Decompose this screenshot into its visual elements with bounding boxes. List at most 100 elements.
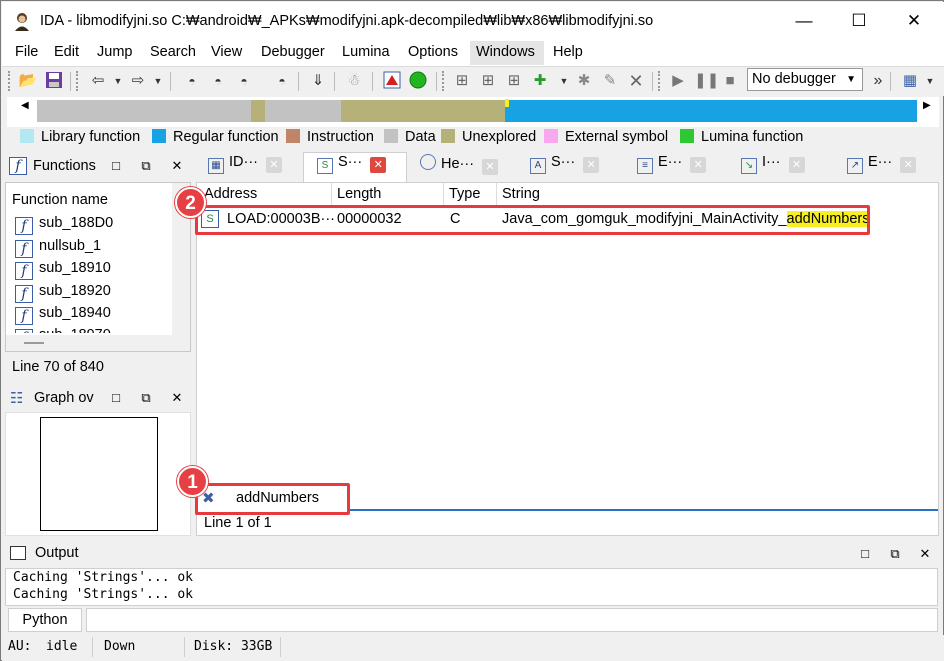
play-icon[interactable]: ▶ [668, 71, 688, 91]
navigation-band-track[interactable] [37, 99, 917, 122]
menu-edit[interactable]: Edit [54, 44, 79, 60]
toolbar-overflow-button[interactable]: » [868, 71, 888, 91]
tab-close-icon[interactable]: ✕ [583, 157, 600, 173]
function-list-item[interactable]: f sub_18910 [15, 260, 111, 280]
search-immediate-icon[interactable]: ◓ [234, 71, 254, 91]
output-log[interactable]: Caching 'Strings'... ok Caching 'Strings… [5, 568, 938, 606]
panel-minimize-icon[interactable]: □ [108, 390, 124, 405]
command-input[interactable] [86, 608, 938, 632]
bookmarks-icon[interactable]: ▦ [900, 71, 920, 91]
save-icon[interactable] [44, 71, 64, 91]
search-binary-icon[interactable]: ◓ [182, 71, 202, 91]
panel-close-icon[interactable]: ✕ [169, 158, 185, 174]
menu-debugger[interactable]: Debugger [261, 44, 325, 60]
menu-file[interactable]: File [15, 44, 38, 60]
column-divider[interactable] [331, 183, 332, 205]
lumina-icon[interactable]: ☃ [344, 71, 364, 91]
functions-list[interactable]: Function name f sub_188D0 f nullsub_1 f sub… [5, 182, 191, 352]
panel-close-icon[interactable]: ✕ [169, 390, 185, 406]
open-folder-icon[interactable]: 📂 [18, 71, 38, 91]
menu-windows[interactable]: Windows [476, 44, 535, 60]
tab-strings[interactable]: S S··· ✕ [317, 154, 387, 182]
function-list-item[interactable]: f nullsub_1 [15, 238, 101, 258]
run-status-green-icon[interactable] [408, 71, 428, 91]
column-header-string[interactable]: String [502, 186, 540, 202]
tab-close-icon[interactable]: ✕ [482, 159, 499, 175]
minimize-button[interactable]: — [778, 2, 830, 40]
warning-icon[interactable] [382, 71, 402, 91]
search-text-icon[interactable]: ◓ [208, 71, 228, 91]
create-function-icon[interactable]: ✚ [530, 71, 550, 91]
tab-ida-view[interactable]: ▦ ID··· ✕ [208, 154, 282, 182]
nav-segment-data [265, 100, 341, 122]
menu-view[interactable]: View [211, 44, 242, 60]
function-icon: f [9, 157, 27, 175]
horizontal-scrollbar[interactable] [6, 335, 190, 351]
column-header-address[interactable]: Address [204, 186, 257, 202]
tab-enums[interactable]: ≡ E··· ✕ [637, 154, 707, 182]
tab-close-icon[interactable]: ✕ [690, 157, 707, 173]
panel-minimize-icon[interactable]: □ [108, 158, 124, 173]
tab-close-icon[interactable]: ✕ [266, 157, 282, 173]
stop-icon[interactable]: ■ [720, 71, 740, 91]
menu-jump[interactable]: Jump [97, 44, 132, 60]
scroll-left-icon[interactable]: ◀ [21, 100, 29, 111]
chevron-down-icon[interactable]: ▼ [554, 71, 574, 91]
legend-item: Library function [20, 129, 140, 145]
column-divider[interactable] [443, 183, 444, 205]
maximize-button[interactable]: ☐ [833, 2, 885, 40]
tab-exports[interactable]: ↗ E··· ✕ [847, 154, 917, 182]
scroll-right-icon[interactable]: ▶ [923, 100, 931, 111]
function-list-item[interactable]: f sub_18920 [15, 283, 111, 303]
down-arrow-icon[interactable]: ⇓ [308, 71, 328, 91]
panel-float-icon[interactable]: ⧉ [138, 158, 154, 174]
function-list-item[interactable]: f sub_188D0 [15, 215, 113, 235]
menu-search[interactable]: Search [150, 44, 196, 60]
chevron-down-icon[interactable]: ▼ [920, 71, 940, 91]
scrollbar-thumb[interactable] [24, 342, 44, 344]
column-divider[interactable] [496, 183, 497, 205]
tab-close-icon[interactable]: ✕ [370, 157, 387, 173]
menu-help[interactable]: Help [553, 44, 583, 60]
edit-function-icon[interactable]: ✱ [574, 71, 594, 91]
column-header-type[interactable]: Type [449, 186, 480, 202]
chevron-down-icon[interactable]: ▼ [148, 71, 168, 91]
function-list-item[interactable]: f sub_18970 [15, 327, 111, 333]
tab-close-icon[interactable]: ✕ [788, 157, 805, 173]
panel-float-icon[interactable]: ⧉ [887, 546, 903, 562]
delete-icon[interactable]: ✕ [626, 71, 646, 91]
make-data-icon[interactable]: ⊞ [478, 71, 498, 91]
pause-icon[interactable]: ❚❚ [694, 71, 719, 91]
menu-options[interactable]: Options [408, 44, 458, 60]
panel-minimize-icon[interactable]: □ [857, 546, 873, 561]
forward-arrow-icon[interactable]: ⇨ [128, 71, 148, 91]
patch-icon[interactable]: ✎ [600, 71, 620, 91]
status-divider [92, 637, 93, 657]
debugger-select[interactable]: No debugger ▼ [747, 68, 863, 91]
back-arrow-icon[interactable]: ⇦ [88, 71, 108, 91]
tab-imports[interactable]: ↘ I··· ✕ [741, 154, 805, 182]
function-name-column-header[interactable]: Function name [12, 192, 108, 208]
ida-app-icon [15, 13, 29, 31]
tab-hex-view[interactable]: He··· ✕ [420, 154, 499, 182]
chevron-down-icon[interactable]: ▼ [108, 71, 128, 91]
menu-lumina[interactable]: Lumina [342, 44, 390, 60]
python-button[interactable]: Python [8, 608, 82, 632]
close-button[interactable]: ✕ [888, 2, 940, 40]
navigation-band[interactable]: ◀ ▶ [7, 97, 939, 127]
graph-overview-frame[interactable] [40, 417, 158, 531]
column-header-length[interactable]: Length [337, 186, 381, 202]
panel-close-icon[interactable]: ✕ [917, 546, 933, 562]
make-string-icon[interactable]: ⊞ [504, 71, 524, 91]
tab-close-icon[interactable]: ✕ [900, 157, 917, 173]
tab-structures[interactable]: A S··· ✕ [530, 154, 600, 182]
make-code-icon[interactable]: ⊞ [452, 71, 472, 91]
function-list-item[interactable]: f sub_18940 [15, 305, 111, 325]
panel-float-icon[interactable]: ⧉ [138, 390, 154, 406]
toolbar-grip [8, 71, 12, 91]
search-next-icon[interactable]: ◓ [272, 71, 292, 91]
legend-label: Data [405, 129, 436, 145]
legend-item: Instruction [286, 129, 374, 145]
tab-label: S··· [338, 154, 363, 170]
graph-overview-area[interactable] [5, 412, 191, 536]
